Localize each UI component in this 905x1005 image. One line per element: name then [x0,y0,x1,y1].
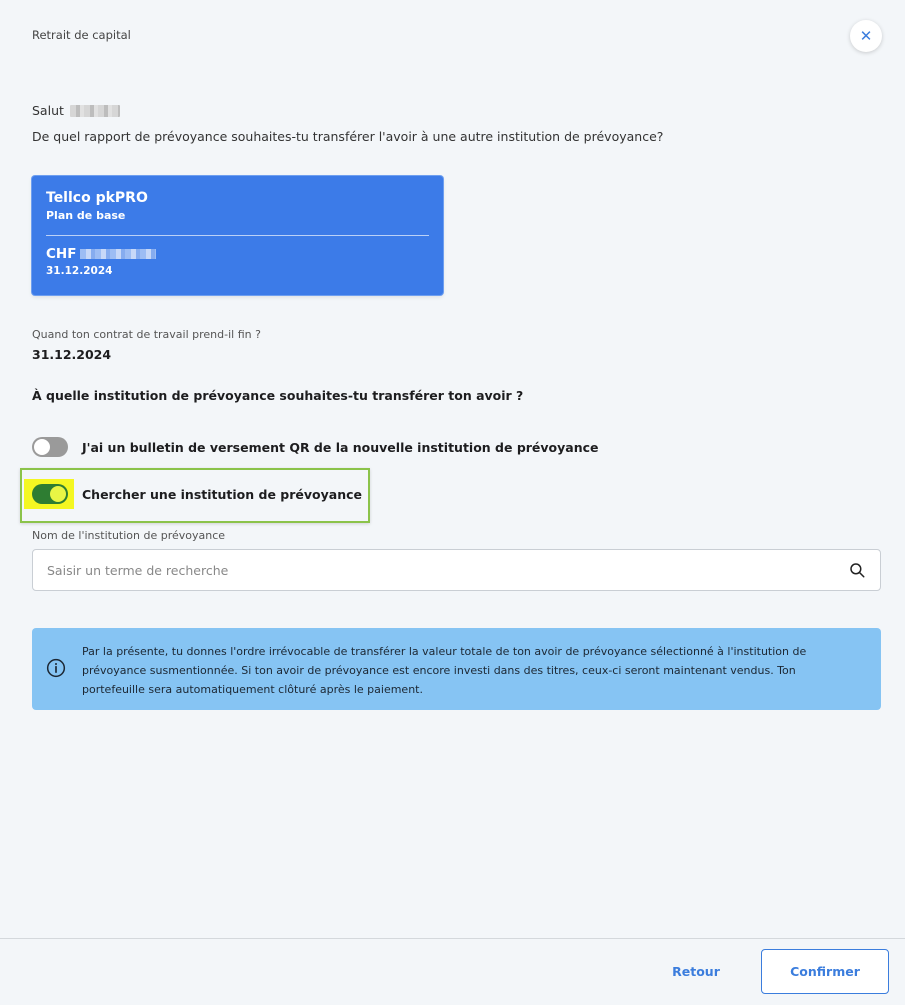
plan-card[interactable]: Tellco pkPRO Plan de base CHF 31.12.2024 [32,176,443,295]
search-input[interactable] [47,562,848,578]
toggle-row-search: Chercher une institution de prévoyance [32,484,362,504]
toggle-knob [34,439,50,455]
search-institution-toggle-label: Chercher une institution de prévoyance [82,486,362,502]
info-icon [46,658,66,678]
search-field [32,549,881,591]
info-notice: Par la présente, tu donnes l'ordre irrév… [32,628,881,710]
redacted-name [69,104,120,117]
page-title: Retrait de capital [32,28,131,42]
contract-end-value: 31.12.2024 [32,347,112,362]
search-icon[interactable] [848,561,866,579]
redacted-amount [80,249,157,259]
plan-divider [46,235,429,236]
question-institution: À quelle institution de prévoyance souha… [32,388,524,403]
contract-end-label: Quand ton contrat de travail prend-il fi… [32,328,261,341]
plan-date: 31.12.2024 [46,265,113,277]
question-report: De quel rapport de prévoyance souhaites-… [32,129,664,144]
plan-subtitle: Plan de base [46,209,126,222]
toggle-knob [50,486,66,502]
plan-currency: CHF [46,246,77,262]
close-button[interactable]: ✕ [850,20,882,52]
greeting-text: Salut [32,103,64,118]
footer-divider [0,938,905,939]
plan-name: Tellco pkPRO [46,190,148,206]
toggle-row-qr: J'ai un bulletin de versement QR de la n… [32,437,599,457]
withdrawal-dialog: Retrait de capital ✕ Salut De quel rappo… [0,0,905,1005]
confirm-button[interactable]: Confirmer [761,949,889,994]
qr-toggle-label: J'ai un bulletin de versement QR de la n… [82,439,599,455]
search-field-label: Nom de l'institution de prévoyance [32,529,226,542]
greeting: Salut [32,103,120,118]
plan-amount: CHF [46,246,157,262]
info-text: Par la présente, tu donnes l'ordre irrév… [82,645,807,696]
back-button[interactable]: Retour [660,950,732,992]
close-icon: ✕ [859,27,873,45]
search-institution-toggle[interactable] [32,484,68,504]
qr-toggle[interactable] [32,437,68,457]
